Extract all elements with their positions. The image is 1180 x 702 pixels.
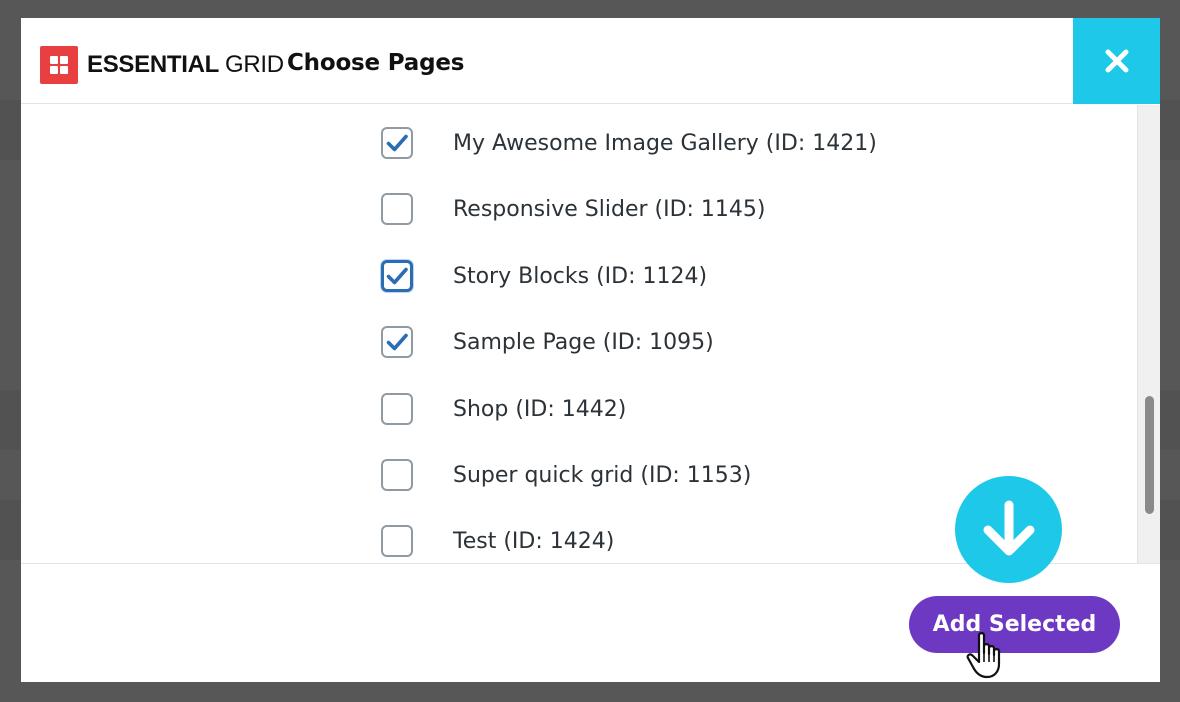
- checkmark-icon: [386, 333, 408, 351]
- list-scrollbar[interactable]: [1137, 105, 1160, 563]
- page-label: Responsive Slider (ID: 1145): [453, 196, 766, 222]
- add-selected-button[interactable]: Add Selected: [909, 596, 1120, 653]
- page-checkbox[interactable]: [381, 260, 413, 292]
- close-icon: [1105, 49, 1128, 73]
- grid-logo-icon: [40, 46, 78, 84]
- checkmark-icon: [386, 267, 408, 285]
- page-list-item[interactable]: Shop (ID: 1442): [381, 389, 626, 429]
- page-label: My Awesome Image Gallery (ID: 1421): [453, 130, 877, 156]
- page-list-item[interactable]: Responsive Slider (ID: 1145): [381, 189, 766, 229]
- scrollbar-thumb[interactable]: [1145, 396, 1154, 514]
- page-checkbox[interactable]: [381, 525, 413, 557]
- logo-primary-text: ESSENTIAL: [87, 51, 219, 78]
- page-list-item[interactable]: Test (ID: 1424): [381, 521, 614, 561]
- logo-secondary-text: GRID: [224, 51, 284, 78]
- page-checkbox[interactable]: [381, 459, 413, 491]
- page-list-item[interactable]: Story Blocks (ID: 1124): [381, 256, 707, 296]
- page-label: Story Blocks (ID: 1124): [453, 263, 708, 289]
- page-list-item[interactable]: Sample Page (ID: 1095): [381, 322, 714, 362]
- checkmark-icon: [386, 134, 408, 152]
- page-checkbox[interactable]: [381, 393, 413, 425]
- choose-pages-dialog: ESSENTIAL GRID Choose Pages My Awesome I…: [21, 18, 1160, 682]
- dialog-header: ESSENTIAL GRID Choose Pages: [21, 18, 1160, 104]
- dialog-title: Choose Pages: [287, 50, 465, 76]
- close-button[interactable]: [1073, 18, 1160, 104]
- page-label: Shop (ID: 1442): [453, 396, 627, 422]
- essential-grid-logo: ESSENTIAL GRID: [40, 46, 284, 84]
- page-checkbox[interactable]: [381, 193, 413, 225]
- page-label: Test (ID: 1424): [453, 528, 615, 554]
- arrow-down-icon: [955, 476, 1062, 583]
- page-label: Sample Page (ID: 1095): [453, 329, 714, 355]
- page-label: Super quick grid (ID: 1153): [453, 462, 752, 488]
- page-list-item[interactable]: Super quick grid (ID: 1153): [381, 455, 751, 495]
- page-list-item[interactable]: My Awesome Image Gallery (ID: 1421): [381, 123, 877, 163]
- page-checkbox[interactable]: [381, 127, 413, 159]
- hand-pointer-icon: [966, 632, 1001, 679]
- logo-wordmark: ESSENTIAL GRID: [87, 51, 284, 79]
- page-checkbox[interactable]: [381, 326, 413, 358]
